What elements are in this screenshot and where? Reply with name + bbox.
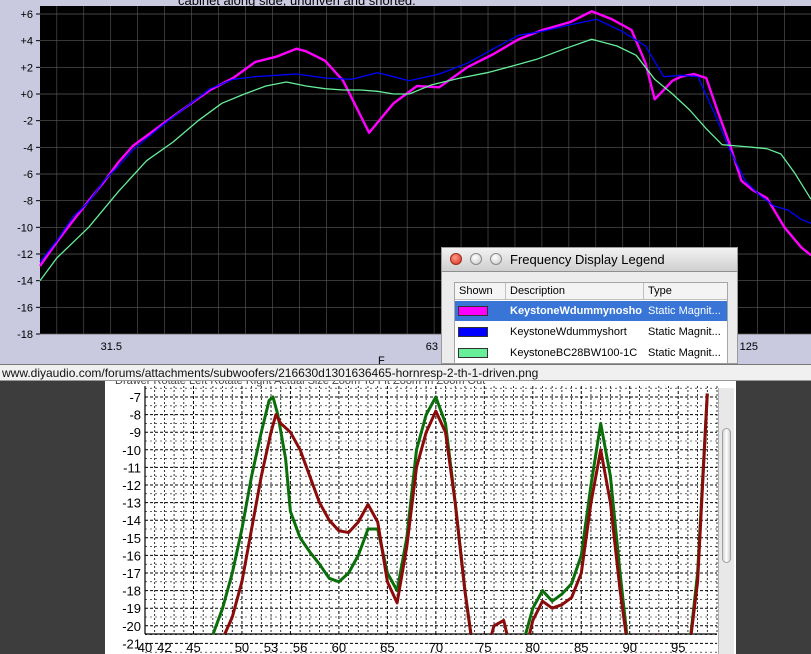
bottom-y-tick-label: -11 xyxy=(123,460,141,475)
bottom-x-tick-label: 60 xyxy=(332,640,346,654)
top-y-tick-label: -2 xyxy=(23,116,33,128)
legend-description: KeystoneBC28BW100-1C xyxy=(510,347,638,359)
legend-description: KeystoneWdummynosho xyxy=(510,305,642,317)
top-y-tick-label: -6 xyxy=(23,169,33,181)
bottom-x-tick-label: 70 xyxy=(429,640,443,654)
legend-title: Frequency Display Legend xyxy=(510,252,665,267)
bottom-x-tick-label: 50 xyxy=(235,640,249,654)
bottom-y-tick-label: -9 xyxy=(129,425,141,440)
bottom-y-tick-label: -18 xyxy=(122,584,141,599)
bottom-response-chart: Drawer Rotate Left Rotate Right Actual S… xyxy=(105,381,736,654)
top-y-tick-label: +0 xyxy=(20,89,33,101)
bottom-y-tick-label: -12 xyxy=(122,478,141,493)
top-y-tick-label: -12 xyxy=(17,249,33,261)
legend-color-swatch[interactable] xyxy=(458,348,488,358)
legend-row[interactable]: KeystoneWdummyshort Static Magnit... xyxy=(455,322,727,342)
bottom-x-tick-label: 56 xyxy=(293,640,307,654)
bottom-x-tick-label: 75 xyxy=(477,640,491,654)
url-text[interactable]: www.diyaudio.com/forums/attachments/subw… xyxy=(2,366,538,380)
bottom-x-tick-label: 40 xyxy=(138,640,152,654)
top-x-tick-label: 63 xyxy=(426,341,438,353)
top-y-tick-label: +6 xyxy=(20,9,33,21)
top-y-tick-label: -16 xyxy=(17,302,33,314)
bottom-x-tick-label: 42 xyxy=(157,640,171,654)
bottom-y-tick-label: -20 xyxy=(122,619,141,634)
header-shown[interactable]: Shown xyxy=(455,283,506,300)
bottom-x-tick-label: 90 xyxy=(623,640,637,654)
bottom-y-tick-label: -13 xyxy=(122,496,141,511)
top-y-tick-label: +2 xyxy=(20,62,33,74)
bottom-x-tick-label: 80 xyxy=(526,640,540,654)
top-y-tick-label: -14 xyxy=(17,276,33,288)
bottom-y-tick-label: -15 xyxy=(122,531,141,546)
legend-row[interactable]: KeystoneWdummynosho Static Magnit... xyxy=(455,301,727,321)
legend-row[interactable]: KeystoneBC28BW100-1C Static Magnit... xyxy=(455,343,727,363)
legend-description: KeystoneWdummyshort xyxy=(510,326,627,338)
header-type[interactable]: Type xyxy=(644,283,727,300)
bottom-x-tick-label: 65 xyxy=(380,640,394,654)
frequency-legend-window[interactable]: Frequency Display Legend Shown Descripti… xyxy=(441,247,738,364)
legend-color-swatch[interactable] xyxy=(458,327,488,337)
legend-type: Static Magnit... xyxy=(648,305,721,317)
bottom-y-tick-label: -19 xyxy=(122,601,141,616)
legend-color-swatch[interactable] xyxy=(458,306,488,316)
scrollbar-thumb[interactable] xyxy=(722,428,731,563)
top-y-tick-label: -10 xyxy=(17,222,33,234)
header-description[interactable]: Description xyxy=(506,283,644,300)
legend-table[interactable]: Shown Description Type KeystoneWdummynos… xyxy=(454,282,728,363)
legend-titlebar[interactable]: Frequency Display Legend xyxy=(442,248,737,272)
bottom-y-tick-label: -17 xyxy=(122,566,141,581)
top-y-tick-label: -8 xyxy=(23,196,33,208)
top-x-axis-fragment: F xyxy=(378,355,385,364)
bottom-y-tick-label: -10 xyxy=(122,443,141,458)
bottom-y-tick-label: -14 xyxy=(122,513,141,528)
top-y-tick-label: -18 xyxy=(17,329,33,341)
top-y-tick-label: -4 xyxy=(23,142,33,154)
bottom-y-tick-label: -16 xyxy=(122,548,141,563)
top-x-tick-label: 31.5 xyxy=(101,341,122,353)
bottom-y-tick-label: -8 xyxy=(129,408,141,423)
legend-type: Static Magnit... xyxy=(648,347,721,359)
bottom-x-tick-label: 45 xyxy=(186,640,200,654)
bottom-x-tick-label: 85 xyxy=(574,640,588,654)
bottom-y-tick-label: -7 xyxy=(129,390,141,405)
legend-type: Static Magnit... xyxy=(648,326,721,338)
top-y-tick-label: +4 xyxy=(20,36,33,48)
browser-address-bar[interactable]: www.diyaudio.com/forums/attachments/subw… xyxy=(0,364,811,381)
bottom-x-tick-label: 53 xyxy=(264,640,278,654)
minimize-icon[interactable] xyxy=(470,253,482,265)
zoom-icon[interactable] xyxy=(490,253,502,265)
bottom-chart-frame xyxy=(105,381,736,654)
close-icon[interactable] xyxy=(450,253,462,265)
top-x-tick-label: 125 xyxy=(740,341,758,353)
vertical-scrollbar[interactable] xyxy=(718,388,734,654)
bottom-x-tick-label: 95 xyxy=(671,640,685,654)
